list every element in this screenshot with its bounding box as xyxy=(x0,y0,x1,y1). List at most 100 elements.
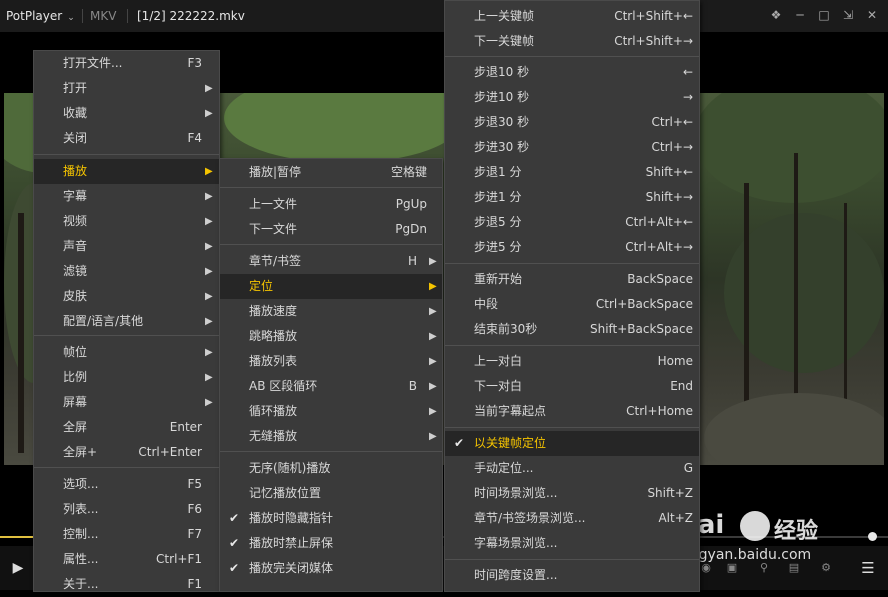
seek-menu-item[interactable]: 时间跨度设置... xyxy=(445,563,699,588)
seek-menu-item[interactable]: 上一对白 Home xyxy=(445,349,699,374)
play-menu-item[interactable]: ✔ 播放时禁止屏保 xyxy=(220,531,442,556)
main-menu-item-label: 比例 xyxy=(63,370,88,384)
main-menu-item[interactable]: 滤镜 ▶ xyxy=(34,259,219,284)
main-menu-item[interactable]: 全屏 Enter xyxy=(34,415,219,440)
seek-menu-item[interactable]: 步退1 分 Shift+← xyxy=(445,160,699,185)
seek-menu-item[interactable]: 章节/书签场景浏览... Alt+Z xyxy=(445,506,699,531)
main-menu-item[interactable]: 属性... Ctrl+F1 xyxy=(34,547,219,572)
main-menu-item-label: 打开 xyxy=(63,81,88,95)
seek-menu-item[interactable]: 手动定位... G xyxy=(445,456,699,481)
seek-menu-item[interactable]: ✔ 以关键帧定位 xyxy=(445,431,699,456)
seek-menu-item-label: 时间跨度设置... xyxy=(474,568,558,582)
chevron-right-icon: ▶ xyxy=(205,291,213,302)
main-menu-item[interactable]: 打开 ▶ xyxy=(34,76,219,101)
main-menu-item-label: 滤镜 xyxy=(63,264,88,278)
main-menu-item[interactable]: 播放 ▶ xyxy=(34,159,219,184)
maximize-icon[interactable]: □ xyxy=(816,7,832,23)
main-menu-item[interactable]: 关于... F1 xyxy=(34,572,219,597)
play-menu-item[interactable]: 记忆播放位置 xyxy=(220,481,442,506)
seek-menu-item-shortcut: Alt+Z xyxy=(658,511,693,525)
main-menu-item-label: 字幕 xyxy=(63,189,88,203)
chevron-right-icon: ▶ xyxy=(205,108,213,119)
seek-menu-item[interactable]: 步退5 分 Ctrl+Alt+← xyxy=(445,210,699,235)
main-menu-item[interactable]: 收藏 ▶ xyxy=(34,101,219,126)
play-menu-item[interactable]: 上一文件 PgUp xyxy=(220,192,442,217)
main-menu-item[interactable]: 打开文件... F3 xyxy=(34,51,219,76)
seek-menu-item[interactable]: 步退30 秒 Ctrl+← xyxy=(445,110,699,135)
pin-icon[interactable]: ❖ xyxy=(768,7,784,23)
main-menu-item[interactable]: 配置/语言/其他 ▶ xyxy=(34,309,219,334)
seek-menu-item-label: 上一对白 xyxy=(474,354,523,368)
menu-separator xyxy=(34,467,219,468)
play-menu-item[interactable]: 播放列表 ▶ xyxy=(220,349,442,374)
main-menu-item-label: 帧位 xyxy=(63,345,88,359)
play-menu-item[interactable]: 循环播放 ▶ xyxy=(220,399,442,424)
main-menu-item[interactable]: 比例 ▶ xyxy=(34,365,219,390)
play-menu-item-label: 跳略播放 xyxy=(249,329,298,343)
main-menu-item[interactable]: 列表... F6 xyxy=(34,497,219,522)
checkmark-icon: ✔ xyxy=(229,536,240,550)
play-menu-item[interactable]: 跳略播放 ▶ xyxy=(220,324,442,349)
seek-menu-item[interactable]: 时间场景浏览... Shift+Z xyxy=(445,481,699,506)
seek-menu-item[interactable]: 步进10 秒 → xyxy=(445,85,699,110)
seek-menu-item[interactable]: 结束前30秒 Shift+BackSpace xyxy=(445,317,699,342)
play-menu-item[interactable]: 章节/书签 H ▶ xyxy=(220,249,442,274)
play-menu-item[interactable]: 播放|暂停 空格键 xyxy=(220,160,442,185)
seek-menu-item[interactable]: 步退10 秒 ← xyxy=(445,60,699,85)
app-menu-button[interactable]: PotPlayer ⌄ xyxy=(6,9,75,23)
seek-menu-item-shortcut: Home xyxy=(657,354,693,368)
seek-menu-item-shortcut: Ctrl+Alt+← xyxy=(625,215,693,229)
main-menu-item[interactable]: 关闭 F4 xyxy=(34,126,219,151)
seek-menu-item[interactable]: 中段 Ctrl+BackSpace xyxy=(445,292,699,317)
play-menu-item[interactable]: 无缝播放 ▶ xyxy=(220,424,442,449)
main-menu-item[interactable]: 皮肤 ▶ xyxy=(34,284,219,309)
play-menu-item[interactable]: 下一文件 PgDn xyxy=(220,217,442,242)
seek-menu-item[interactable]: 下一关键帧 Ctrl+Shift+→ xyxy=(445,29,699,54)
seek-menu-item[interactable]: 重新开始 BackSpace xyxy=(445,267,699,292)
play-menu-item[interactable]: 播放速度 ▶ xyxy=(220,299,442,324)
fullscreen-icon[interactable]: ⇲ xyxy=(840,7,856,23)
close-icon[interactable]: ✕ xyxy=(864,7,880,23)
main-menu-item[interactable]: 帧位 ▶ xyxy=(34,340,219,365)
gear-icon[interactable]: ⚙ xyxy=(818,560,834,576)
main-menu-item[interactable]: 字幕 ▶ xyxy=(34,184,219,209)
seek-menu-item[interactable]: 步进5 分 Ctrl+Alt+→ xyxy=(445,235,699,260)
main-menu-item-shortcut: F6 xyxy=(187,502,202,516)
main-menu-item-shortcut: F4 xyxy=(187,131,202,145)
seek-menu-item[interactable]: 步进1 分 Shift+→ xyxy=(445,185,699,210)
main-menu-item[interactable]: 全屏+ Ctrl+Enter xyxy=(34,440,219,465)
main-menu-item[interactable]: 视频 ▶ xyxy=(34,209,219,234)
seek-menu-item[interactable]: 字幕场景浏览... xyxy=(445,531,699,556)
minimize-icon[interactable]: ─ xyxy=(792,7,808,23)
seek-menu-item[interactable]: 当前字幕起点 Ctrl+Home xyxy=(445,399,699,424)
seek-menu-item-label: 章节/书签场景浏览... xyxy=(474,511,586,525)
seek-menu-item-shortcut: Ctrl+Home xyxy=(626,404,693,418)
seek-menu-item[interactable]: 上一关键帧 Ctrl+Shift+← xyxy=(445,4,699,29)
main-menu-item-shortcut: Ctrl+Enter xyxy=(138,445,202,459)
main-menu-item[interactable]: 屏幕 ▶ xyxy=(34,390,219,415)
chevron-right-icon: ▶ xyxy=(429,331,437,342)
paw-logo-icon xyxy=(740,511,770,541)
play-menu-item-label: AB 区段循环 xyxy=(249,379,318,393)
watermark-url: jingyan.baidu.com xyxy=(682,547,812,563)
seek-menu-item-label: 步退30 秒 xyxy=(474,115,530,129)
main-menu-item[interactable]: 声音 ▶ xyxy=(34,234,219,259)
seek-menu-item[interactable]: 下一对白 End xyxy=(445,374,699,399)
play-menu-item-label: 播放时隐藏指针 xyxy=(249,511,334,525)
play-menu-item[interactable]: 定位 ▶ xyxy=(220,274,442,299)
menu-separator xyxy=(445,427,699,428)
play-menu-item[interactable]: AB 区段循环 B ▶ xyxy=(220,374,442,399)
seek-menu-item-shortcut: Ctrl+BackSpace xyxy=(595,297,693,311)
main-menu-item[interactable]: 控制... F7 xyxy=(34,522,219,547)
play-menu-item[interactable]: ✔ 播放时隐藏指针 xyxy=(220,506,442,531)
play-menu-item-label: 播放|暂停 xyxy=(249,165,302,179)
playlist-menu-icon[interactable]: ☰ xyxy=(858,558,878,578)
play-icon[interactable]: ▶ xyxy=(8,558,28,578)
play-menu-item[interactable]: 无序(随机)播放 xyxy=(220,456,442,481)
main-menu-item[interactable]: 选项... F5 xyxy=(34,472,219,497)
chevron-right-icon: ▶ xyxy=(429,256,437,267)
main-menu-item-label: 声音 xyxy=(63,239,88,253)
seek-menu-item[interactable]: 步进30 秒 Ctrl+→ xyxy=(445,135,699,160)
volume-knob[interactable] xyxy=(868,532,877,541)
play-menu-item[interactable]: ✔ 播放完关闭媒体 xyxy=(220,556,442,581)
